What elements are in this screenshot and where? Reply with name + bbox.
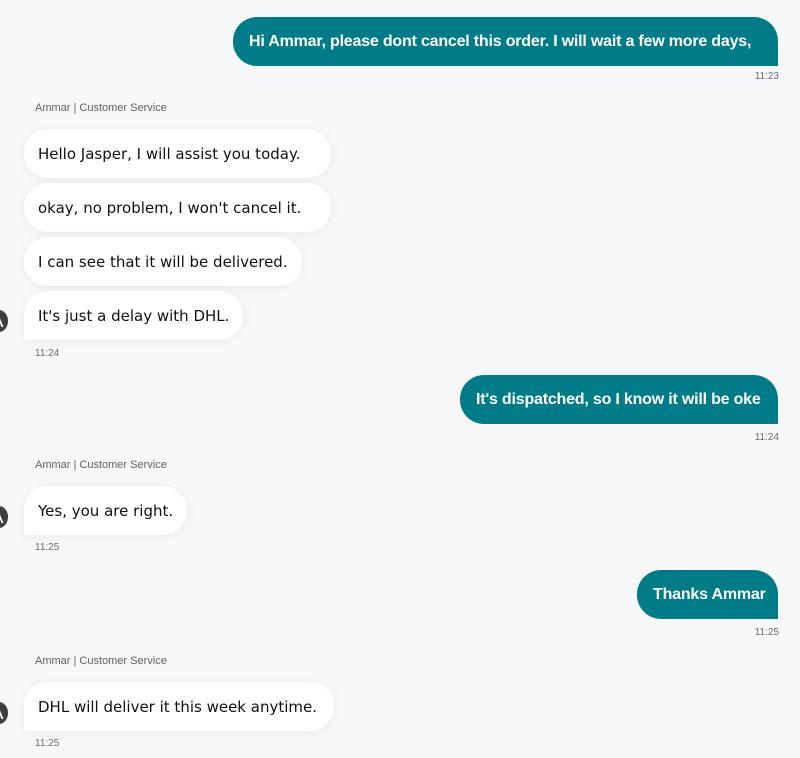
message-text: It's dispatched, so I know it will be ok…	[476, 391, 761, 408]
message-text: Yes, you are right.	[38, 502, 174, 520]
agent-avatar-icon	[0, 310, 8, 332]
incoming-message: DHL will deliver it this week anytime.	[24, 682, 334, 731]
agent-avatar-icon	[0, 506, 8, 528]
outgoing-message: Thanks Ammar	[637, 570, 778, 619]
outgoing-message: It's dispatched, so I know it will be ok…	[460, 375, 778, 424]
chat-transcript: Hi Ammar, please dont cancel this order.…	[0, 0, 800, 758]
message-timestamp: 11:25	[754, 627, 779, 638]
sender-name: Ammar | Customer Service	[35, 459, 167, 471]
incoming-message: I can see that it will be delivered.	[24, 237, 302, 286]
sender-name: Ammar | Customer Service	[35, 655, 167, 667]
sender-name: Ammar | Customer Service	[35, 102, 167, 114]
incoming-message: Yes, you are right.	[24, 486, 187, 535]
message-timestamp: 11:24	[35, 348, 60, 359]
message-text: Hi Ammar, please dont cancel this order.…	[249, 33, 752, 50]
incoming-message: It's just a delay with DHL.	[24, 291, 243, 340]
message-timestamp: 11:23	[754, 71, 779, 82]
message-text: okay, no problem, I won't cancel it.	[38, 199, 302, 217]
outgoing-message: Hi Ammar, please dont cancel this order.…	[233, 17, 778, 66]
message-text: I can see that it will be delivered.	[38, 253, 288, 271]
message-text: DHL will deliver it this week anytime.	[38, 698, 317, 716]
message-text: Thanks Ammar	[653, 586, 766, 603]
message-timestamp: 11:25	[35, 542, 60, 553]
incoming-message: Hello Jasper, I will assist you today.	[24, 129, 331, 178]
message-timestamp: 11:25	[35, 738, 60, 749]
agent-avatar-icon	[0, 702, 8, 724]
message-timestamp: 11:24	[754, 432, 779, 443]
message-text: Hello Jasper, I will assist you today.	[38, 145, 301, 163]
message-text: It's just a delay with DHL.	[38, 307, 230, 325]
incoming-message: okay, no problem, I won't cancel it.	[24, 183, 331, 232]
